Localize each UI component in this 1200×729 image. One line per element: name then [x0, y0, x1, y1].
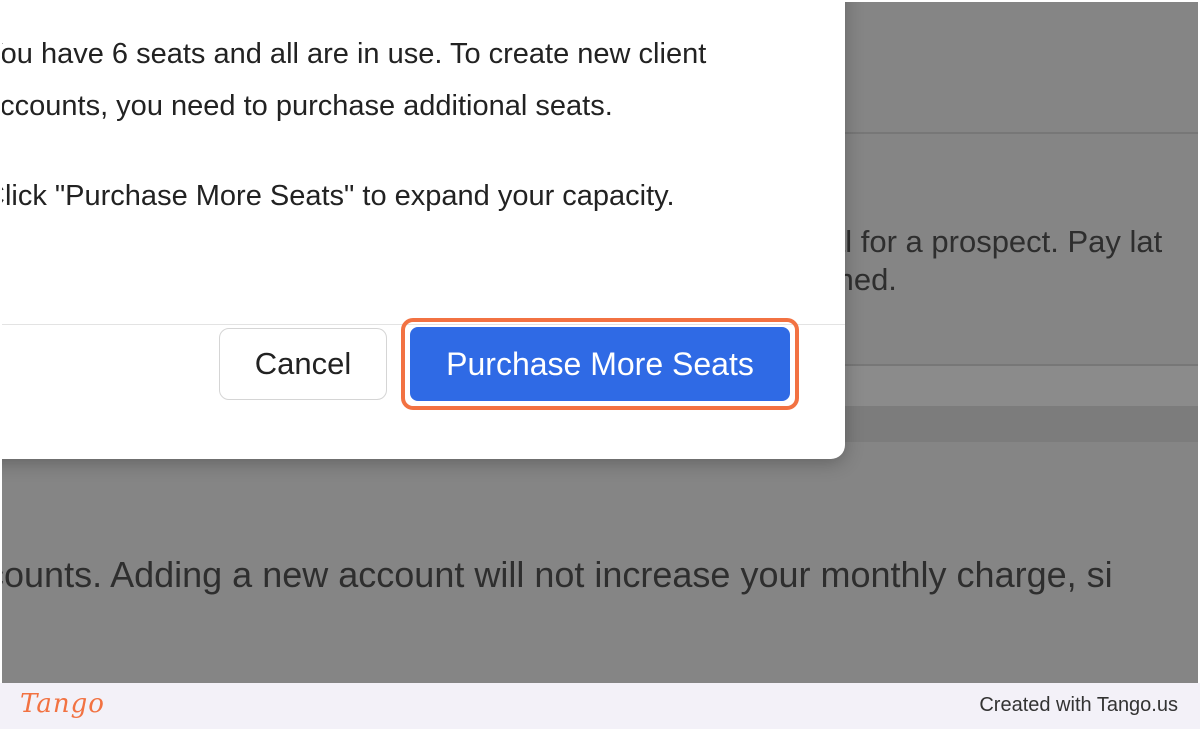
background-text: ccounts. Adding a new account will not i… — [2, 554, 1113, 595]
cancel-button[interactable]: Cancel — [219, 328, 387, 400]
tango-logo[interactable]: Tango — [20, 689, 105, 719]
dialog-message-line: accounts, you need to purchase additiona… — [2, 90, 613, 122]
tango-footer: Tango Created with Tango.us — [0, 683, 1200, 729]
purchase-seats-dialog: You have 6 seats and all are in use. To … — [2, 2, 845, 459]
background-divider — [842, 132, 1198, 134]
footer-credit[interactable]: Created with Tango.us — [979, 694, 1178, 717]
background-text: al for a prospect. Pay lat — [828, 224, 1163, 259]
click-highlight: Purchase More Seats — [401, 318, 799, 410]
dialog-instruction: Click "Purchase More Seats" to expand yo… — [2, 180, 675, 212]
purchase-more-seats-button[interactable]: Purchase More Seats — [410, 327, 790, 401]
dialog-message-line: You have 6 seats and all are in use. To … — [2, 38, 707, 70]
screenshot-stage: al for a prospect. Pay lat med. ccounts.… — [2, 2, 1198, 683]
background-panel — [842, 366, 1198, 406]
